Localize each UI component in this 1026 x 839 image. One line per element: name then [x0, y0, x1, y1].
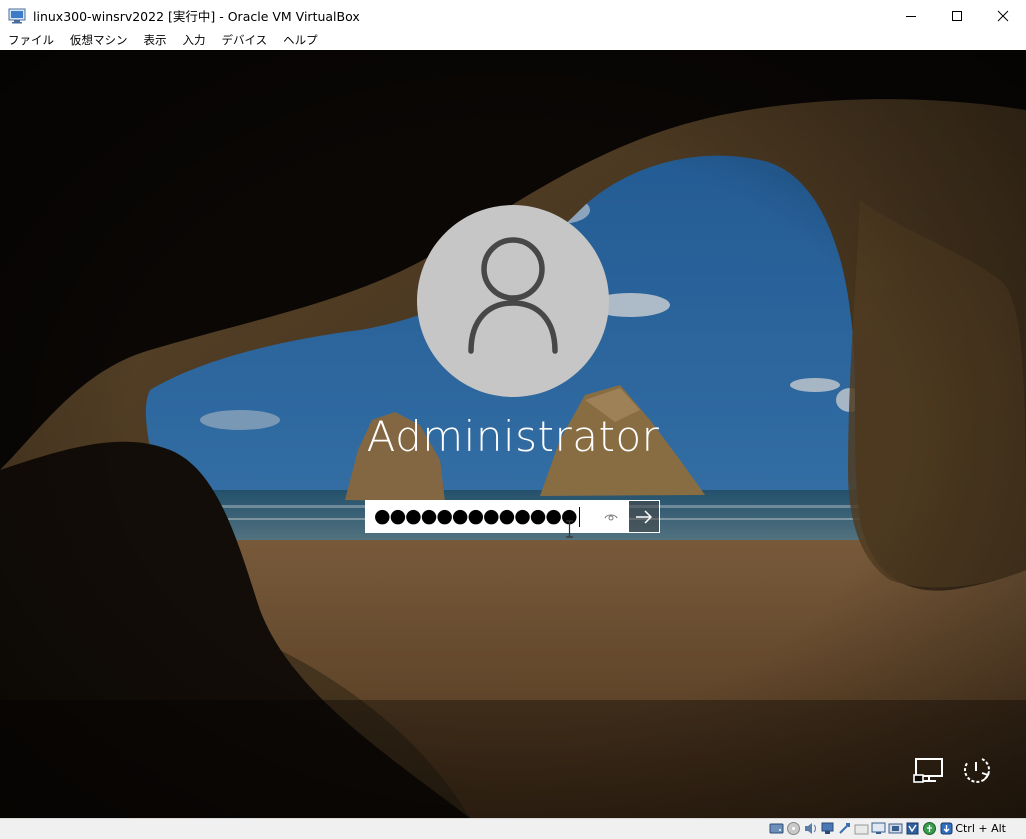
menu-input[interactable]: 入力 — [175, 31, 214, 50]
menu-bar: ファイル 仮想マシン 表示 入力 デバイス ヘルプ — [0, 31, 1026, 50]
user-icon — [468, 237, 558, 354]
recording-icon[interactable] — [888, 821, 903, 836]
host-key-label[interactable]: Ctrl + Alt — [955, 821, 1006, 837]
arrow-right-icon — [636, 509, 653, 524]
virtualbox-app-icon[interactable] — [8, 8, 26, 24]
shared-folders-icon[interactable] — [854, 821, 869, 836]
vt-x-icon[interactable] — [905, 821, 920, 836]
menu-machine[interactable]: 仮想マシン — [62, 31, 136, 50]
network-icon[interactable] — [912, 753, 946, 787]
usb-icon[interactable] — [837, 821, 852, 836]
window-controls — [888, 0, 1026, 31]
menu-file[interactable]: ファイル — [0, 31, 62, 50]
hard-disk-icon[interactable] — [769, 821, 784, 836]
window-title: linux300-winsrv2022 [実行中] - Oracle VM Vi… — [33, 9, 360, 24]
mouse-integration-icon[interactable] — [922, 821, 937, 836]
menu-view[interactable]: 表示 — [136, 31, 175, 50]
minimize-icon — [906, 15, 916, 17]
submit-button[interactable] — [628, 500, 660, 533]
network-adapter-icon[interactable] — [820, 821, 835, 836]
maximize-button[interactable] — [934, 0, 980, 31]
keyboard-capture-icon[interactable] — [939, 821, 954, 836]
status-bar: Ctrl + Alt — [0, 818, 1026, 839]
eye-icon[interactable] — [603, 509, 619, 525]
menu-devices[interactable]: デバイス — [214, 31, 276, 50]
user-avatar — [417, 205, 609, 397]
password-value: ●●●●●●●●●●●●● — [374, 505, 578, 527]
account-name: Administrator — [366, 412, 660, 461]
menu-help[interactable]: ヘルプ — [275, 31, 326, 50]
power-icon[interactable] — [960, 753, 994, 787]
title-bar: linux300-winsrv2022 [実行中] - Oracle VM Vi… — [0, 0, 1026, 31]
ibeam-cursor-icon — [566, 520, 573, 538]
password-input[interactable]: ●●●●●●●●●●●●● — [365, 500, 628, 533]
device-indicators — [769, 821, 954, 836]
maximize-icon — [952, 10, 962, 21]
optical-drive-icon[interactable] — [786, 821, 801, 836]
close-button[interactable] — [980, 0, 1026, 31]
minimize-button[interactable] — [888, 0, 934, 31]
audio-icon[interactable] — [803, 821, 818, 836]
close-icon — [997, 10, 1009, 21]
virtualbox-window: linux300-winsrv2022 [実行中] - Oracle VM Vi… — [0, 0, 1026, 839]
text-caret — [578, 506, 580, 527]
vm-screen[interactable]: Administrator ●●●●●●●●●●●●● — [0, 50, 1026, 818]
display-icon[interactable] — [871, 821, 886, 836]
